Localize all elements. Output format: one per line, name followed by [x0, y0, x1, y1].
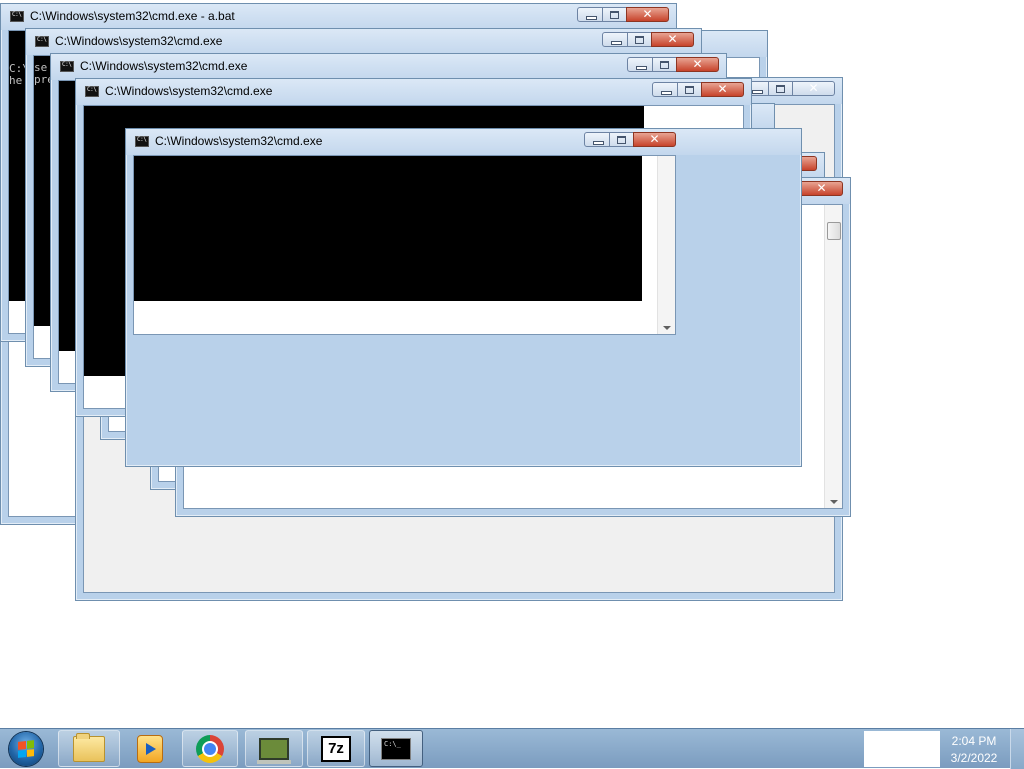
cmd-icon [35, 36, 49, 47]
clock-time: 2:04 PM [951, 734, 997, 748]
minimize-button[interactable] [652, 82, 678, 97]
console-line: he [9, 74, 23, 87]
maximize-button[interactable] [768, 81, 793, 96]
window-titlebar[interactable]: C:\Windows\system32\cmd.exe - a.bat [1, 4, 676, 30]
close-button[interactable] [800, 181, 843, 196]
window-controls [602, 32, 694, 48]
maximize-button[interactable] [602, 7, 627, 22]
taskbar-chrome[interactable] [182, 730, 238, 767]
taskbar-explorer[interactable] [58, 730, 120, 767]
taskbar-7zip[interactable]: 7z [307, 730, 365, 767]
system-clock[interactable]: 2:04 PM 3/2/2022 [940, 729, 1008, 769]
taskbar-system-monitor[interactable] [245, 730, 303, 767]
window-controls [652, 82, 744, 98]
window-controls [584, 132, 676, 148]
taskbar-command-prompt[interactable]: C:\_ [369, 730, 423, 767]
vertical-scrollbar[interactable] [657, 156, 675, 334]
close-button[interactable] [633, 132, 676, 147]
window-titlebar[interactable]: C:\Windows\system32\cmd.exe [126, 129, 801, 155]
window-title: C:\Windows\system32\cmd.exe [105, 84, 273, 98]
window-cmd-5[interactable]: C:\Windows\system32\cmd.exe [125, 128, 802, 467]
console-output[interactable] [134, 156, 642, 301]
scrollbar-thumb[interactable] [827, 222, 841, 240]
cmd-icon [85, 86, 99, 97]
show-desktop-button[interactable] [1010, 729, 1024, 769]
7zip-icon: 7z [321, 735, 351, 762]
maximize-button[interactable] [652, 57, 677, 72]
close-button[interactable] [626, 7, 669, 22]
minimize-button[interactable] [577, 7, 603, 22]
window-controls [577, 7, 669, 23]
notification-area [864, 731, 940, 767]
maximize-button[interactable] [627, 32, 652, 47]
media-player-icon [137, 734, 163, 763]
window-titlebar[interactable]: C:\Windows\system32\cmd.exe [76, 79, 751, 105]
window-title: C:\Windows\system32\cmd.exe [55, 34, 223, 48]
maximize-button[interactable] [677, 82, 702, 97]
window-titlebar[interactable]: C:\Windows\system32\cmd.exe [26, 29, 701, 55]
windows-logo-icon [18, 740, 34, 758]
close-button[interactable] [792, 81, 835, 96]
scroll-down-arrow-icon[interactable] [663, 326, 671, 330]
window-titlebar[interactable]: C:\Windows\system32\cmd.exe [51, 54, 726, 80]
folder-icon [73, 732, 105, 762]
minimize-button[interactable] [602, 32, 628, 47]
window-controls [627, 57, 719, 73]
minimize-button[interactable] [627, 57, 653, 72]
minimize-button[interactable] [584, 132, 610, 147]
cmd-icon: C:\_ [381, 737, 411, 760]
cmd-icon [60, 61, 74, 72]
window-title: C:\Windows\system32\cmd.exe - a.bat [30, 9, 235, 23]
close-button[interactable] [701, 82, 744, 97]
close-button[interactable] [651, 32, 694, 47]
close-button[interactable] [676, 57, 719, 72]
vertical-scrollbar[interactable] [824, 205, 842, 508]
chrome-icon [196, 734, 224, 763]
window-controls [743, 81, 835, 97]
window-client-area[interactable] [133, 155, 676, 335]
window-title: C:\Windows\system32\cmd.exe [155, 134, 323, 148]
monitor-icon [257, 737, 291, 764]
cmd-icon [135, 136, 149, 147]
desktop: C:\Windows\system32\cmd.exe - a.bat C:\ … [0, 0, 1024, 728]
clock-date: 3/2/2022 [950, 751, 998, 765]
scroll-down-arrow-icon[interactable] [830, 500, 838, 504]
maximize-button[interactable] [609, 132, 634, 147]
start-button[interactable] [2, 730, 52, 768]
window-title: C:\Windows\system32\cmd.exe [80, 59, 248, 73]
taskbar-media-player[interactable] [120, 730, 180, 767]
cmd-icon [10, 11, 24, 22]
taskbar: 7z C:\_ 2:04 PM 3/2/2022 [0, 728, 1024, 769]
